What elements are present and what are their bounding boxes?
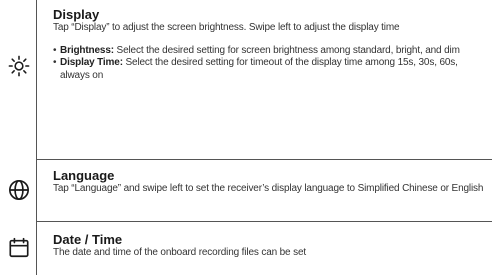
bullet-glyph: • (53, 57, 57, 68)
globe-icon (1, 179, 37, 201)
display-content: Display Tap “Display” to adjust the scre… (53, 8, 486, 82)
bullet-glyph: • (53, 44, 57, 56)
list-item: • Brightness: Select the desired setting… (53, 45, 486, 58)
language-row: Language Tap “Language” and swipe left t… (9, 161, 492, 222)
calendar-icon (1, 237, 37, 259)
display-title: Display (53, 7, 100, 22)
datetime-description: The date and time of the onboard recordi… (53, 247, 306, 258)
bullet-label: Brightness: (60, 44, 114, 56)
bullet-label: Display Time: (60, 57, 123, 68)
brightness-icon (1, 55, 37, 77)
datetime-row: Date / Time The date and time of the onb… (9, 223, 492, 275)
datetime-title: Date / Time (53, 232, 123, 247)
list-item: • Display Time: Select the desired setti… (53, 57, 486, 82)
language-title: Language (53, 168, 115, 183)
bullet-text: Select the desired setting for screen br… (113, 44, 460, 56)
display-row: Display Tap “Display” to adjust the scre… (8, 0, 492, 160)
settings-table: Display Tap “Display” to adjust the scre… (8, 0, 492, 275)
datetime-content: Date / Time The date and time of the onb… (53, 233, 486, 260)
language-content: Language Tap “Language” and swipe left t… (53, 169, 486, 196)
display-bullet-list: • Brightness: Select the desired setting… (53, 45, 486, 83)
language-description: Tap “Language” and swipe left to set the… (53, 183, 484, 194)
display-description: Tap “Display” to adjust the screen brigh… (53, 22, 400, 33)
